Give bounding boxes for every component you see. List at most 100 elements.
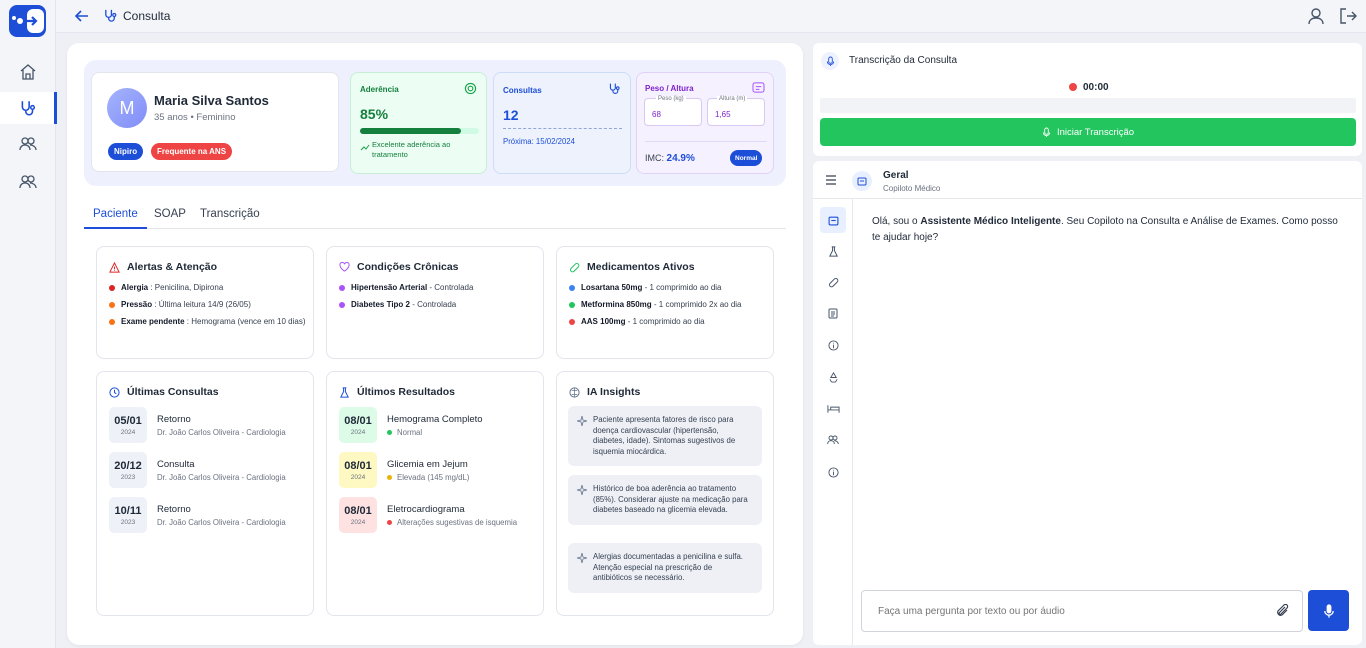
adherence-card: Aderência 85% Excelente aderência ao tra… — [350, 72, 487, 174]
stethoscope-icon — [103, 8, 118, 23]
altura-value: 1,65 — [715, 110, 731, 119]
paperclip-icon[interactable] — [1276, 604, 1290, 618]
result-info: Glicemia em Jejum Elevada (145 mg/dL) — [387, 459, 469, 482]
tool-rail — [813, 199, 853, 645]
recording-dot — [1069, 83, 1077, 91]
assistant-message: Olá, sou o Assistente Médico Inteligente… — [872, 214, 1342, 246]
alerts-item-text: Alergia : Penicilina, Dipirona — [121, 283, 223, 293]
chat-title: Geral — [883, 170, 909, 181]
tool-recycle[interactable] — [820, 364, 846, 390]
sidebar-item-home[interactable] — [0, 56, 56, 88]
transcription-title: Transcrição da Consulta — [849, 55, 958, 66]
flask-icon — [339, 386, 350, 398]
chronic-list: Hipertensão Arterial - Controlada Diabete… — [339, 283, 537, 317]
meds-title-text: Medicamentos Ativos — [587, 261, 695, 273]
consultas-card: Consultas 12 Próxima: 15/02/2024 — [493, 72, 631, 174]
tool-exams[interactable] — [820, 238, 846, 264]
insight-item: Histórico de boa aderência ao tratamento… — [568, 475, 762, 525]
tool-clipboard[interactable] — [820, 300, 846, 326]
adherence-progress-fill — [360, 128, 462, 134]
sidebar-item-patients[interactable] — [0, 128, 56, 160]
weight-card: Peso / Altura Peso (kg) 68 Altura (m) 1,… — [636, 72, 774, 174]
tool-info[interactable] — [820, 332, 846, 358]
sparkle-icon — [577, 416, 587, 426]
heart-icon — [339, 262, 350, 272]
meds-item-text: Metformina 850mg - 1 comprimido 2x ao di… — [581, 300, 742, 310]
tool-help[interactable] — [820, 459, 846, 485]
sparkle-icon — [577, 553, 587, 563]
alerts-item-detail: : Hemograma (vence em 10 dias) — [184, 317, 306, 326]
date-year: 2024 — [350, 428, 366, 436]
consult-info: Consulta Dr. João Carlos Oliveira - Cardi… — [157, 459, 286, 482]
consult-info: Retorno Dr. João Carlos Oliveira - Cardio… — [157, 414, 286, 437]
scale-icon — [752, 82, 765, 93]
peso-field-label: Peso (kg) — [656, 96, 686, 102]
consult-row[interactable]: 05/01 2024 Retorno Dr. João Carlos Oliveira… — [109, 407, 309, 443]
alerts-item-text: Pressão : Última leitura 14/9 (26/05) — [121, 300, 251, 310]
peso-field[interactable]: Peso (kg) 68 — [644, 96, 702, 126]
clipboard-icon — [828, 307, 838, 319]
consults-list: 05/01 2024 Retorno Dr. João Carlos Oliveira… — [109, 407, 309, 542]
date-badge: 05/01 2024 — [109, 407, 147, 443]
meds-item-detail: - 1 comprimido ao dia — [642, 283, 722, 292]
tab-paciente[interactable]: Paciente — [84, 208, 147, 229]
sidebar-item-consulta[interactable] — [0, 92, 57, 124]
app-logo[interactable] — [9, 5, 46, 37]
date-day: 10/11 — [114, 504, 142, 517]
divider — [645, 141, 767, 142]
result-row[interactable]: 08/01 2024 Hemograma Completo Normal — [339, 407, 539, 443]
imc-display: IMC: 24.9% — [645, 153, 695, 164]
chronic-item-label: Hipertensão Arterial — [351, 283, 428, 292]
user-icon[interactable] — [1307, 7, 1325, 25]
date-year: 2024 — [120, 428, 136, 436]
microphone-icon — [1042, 127, 1051, 138]
info-circle-icon — [827, 466, 839, 478]
result-row[interactable]: 08/01 2024 Eletrocardiograma Alterações sug… — [339, 497, 539, 533]
assistant-name: Assistente Médico Inteligente — [920, 216, 1061, 227]
tool-bed[interactable] — [820, 396, 846, 422]
chat-input[interactable] — [865, 591, 1265, 631]
adherence-progress — [360, 128, 479, 134]
brain-icon — [569, 386, 580, 398]
menu-icon[interactable] — [825, 175, 837, 185]
bot-icon — [852, 171, 872, 191]
result-row[interactable]: 08/01 2024 Glicemia em Jejum Elevada (145 m… — [339, 452, 539, 488]
status-dot — [387, 519, 392, 525]
chat-input-box — [861, 590, 1303, 632]
users-icon — [19, 135, 37, 153]
tool-general[interactable] — [820, 207, 846, 233]
date-year: 2023 — [120, 473, 136, 481]
result-status: Alterações sugestivas de isquemia — [397, 517, 518, 527]
start-transcription-button[interactable]: Iniciar Transcrição — [820, 118, 1356, 146]
back-arrow-icon[interactable] — [74, 8, 90, 24]
sidebar-item-team[interactable] — [0, 166, 56, 198]
tool-medication[interactable] — [820, 269, 846, 295]
consult-type: Retorno — [157, 503, 191, 515]
altura-field-label: Altura (m) — [717, 96, 748, 102]
date-badge: 08/01 2024 — [339, 407, 377, 443]
weight-label: Peso / Altura — [645, 84, 694, 93]
tool-users[interactable] — [820, 427, 846, 453]
avatar: M — [107, 88, 147, 128]
last-consults-title: Últimas Consultas — [109, 386, 219, 398]
next-consult: Próxima: 15/02/2024 — [503, 137, 575, 146]
last-results-title-text: Últimos Resultados — [357, 386, 456, 398]
tag-nipiro: Nipiro — [108, 143, 144, 160]
tab-soap[interactable]: SOAP — [154, 208, 186, 220]
consult-row[interactable]: 20/12 2023 Consulta Dr. João Carlos Oliveir… — [109, 452, 309, 488]
consult-row[interactable]: 10/11 2023 Retorno Dr. João Carlos Oliveira… — [109, 497, 309, 533]
pill-icon — [828, 277, 839, 288]
logout-icon[interactable] — [1339, 7, 1357, 25]
microphone-icon — [1323, 603, 1335, 619]
tab-transcricao[interactable]: Transcrição — [200, 208, 260, 220]
alerts-list: Alergia : Penicilina, Dipirona Pressão : … — [109, 283, 307, 334]
voice-button[interactable] — [1308, 590, 1349, 631]
tag-frequente: Frequente na ANS — [151, 143, 233, 160]
meds-list: Losartana 50mg - 1 comprimido ao dia Metf… — [569, 283, 767, 334]
transcription-panel: Transcrição da Consulta 00:00 Iniciar Tr… — [813, 43, 1362, 156]
bed-icon — [826, 404, 840, 414]
meds-item: Metformina 850mg - 1 comprimido 2x ao di… — [569, 300, 767, 310]
meds-item-detail: - 1 comprimido ao dia — [625, 317, 705, 326]
page-title: Consulta — [123, 9, 171, 23]
altura-field[interactable]: Altura (m) 1,65 — [707, 96, 765, 126]
